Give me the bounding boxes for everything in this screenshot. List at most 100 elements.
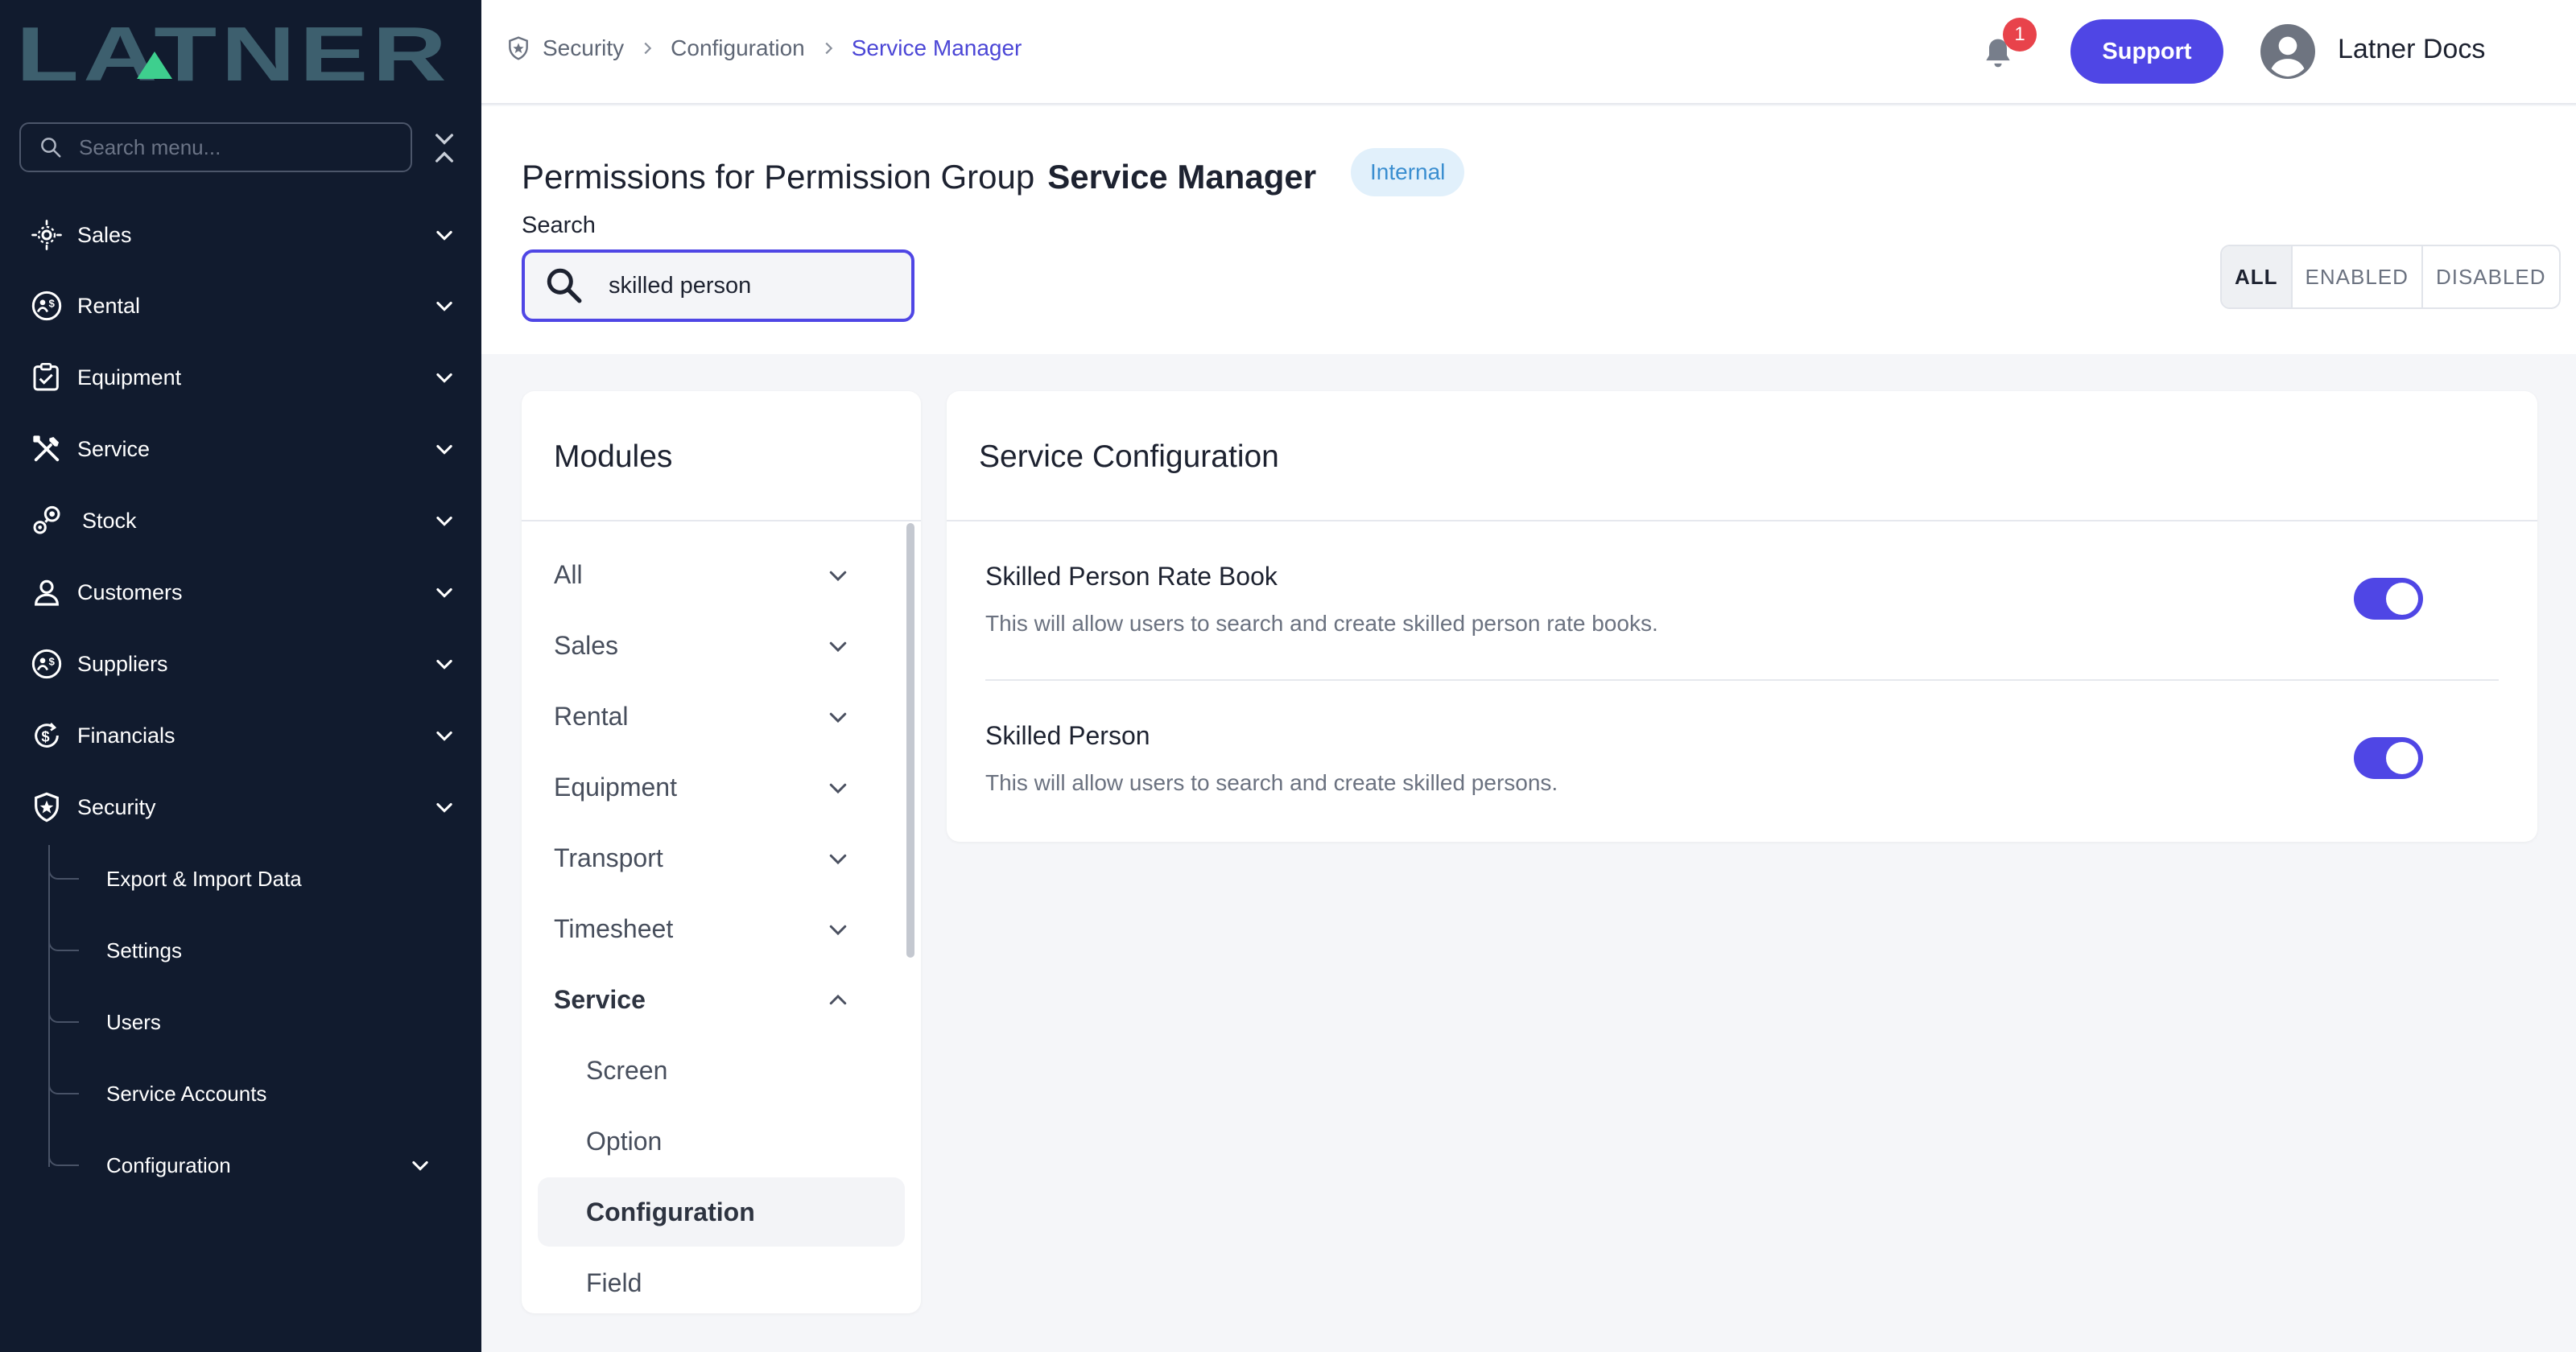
permission-name: Skilled Person Rate Book [985,562,1278,591]
sidebar-item-suppliers[interactable]: $ Suppliers [29,640,456,688]
module-item-rental[interactable]: Rental [554,692,879,740]
breadcrumb-security[interactable]: Security [543,35,624,61]
notification-badge: 1 [2003,18,2037,52]
chevron-up-icon [829,994,847,1005]
sidebar-subitem-label: Settings [106,938,182,962]
chevron-down-icon [436,301,452,311]
permission-toggle-skilled-person[interactable] [2354,737,2423,779]
collapse-icon[interactable] [431,132,457,164]
equipment-icon [29,360,64,395]
permission-row: Skilled Person Rate Book This will allow… [985,562,2499,637]
shield-icon [509,36,528,60]
configuration-title: Service Configuration [979,439,1279,474]
sidebar-subitem-settings[interactable]: Settings [48,926,451,975]
search-icon [547,268,582,303]
sidebar-subitem-service-accounts[interactable]: Service Accounts [48,1070,451,1118]
permission-search-input[interactable] [609,272,898,299]
sales-icon [29,217,64,253]
module-subitem-field[interactable]: Field [538,1248,905,1313]
svg-text:$: $ [49,656,56,668]
configuration-panel: Service Configuration Skilled Person Rat… [947,391,2537,842]
module-label: Service [554,984,646,1014]
sidebar-item-rental[interactable]: $ Rental [29,282,456,330]
sidebar-search-placeholder: Search menu... [79,134,221,159]
search-icon [41,138,61,158]
chevron-down-icon [412,1160,428,1171]
chevron-down-icon [436,659,452,670]
latner-logo[interactable]: LATNER [16,14,451,87]
module-label: Rental [554,701,629,731]
chevron-down-icon [436,802,452,813]
sidebar-item-financials[interactable]: $ Financials [29,711,456,760]
sidebar-item-label: Security [77,794,156,819]
sidebar-subitem-label: Users [106,1009,161,1034]
module-subitem-option[interactable]: Option [538,1107,905,1176]
filter-toggle-group: ALL ENABLED DISABLED [2220,245,2561,309]
stock-icon [29,503,64,538]
chevron-right-icon [644,42,652,55]
sidebar-search-input[interactable]: Search menu... [19,122,412,172]
breadcrumb-configuration[interactable]: Configuration [671,35,805,61]
sidebar-item-customers[interactable]: Customers [29,568,456,616]
permission-search-field[interactable] [522,249,914,322]
module-item-equipment[interactable]: Equipment [554,763,879,811]
sidebar-item-label: Suppliers [77,651,168,676]
permission-toggle-skilled-person-rate-book[interactable] [2354,578,2423,620]
module-label: Sales [554,630,619,660]
modules-title: Modules [554,439,673,474]
module-item-service[interactable]: Service [554,975,879,1024]
sidebar-item-stock[interactable]: Stock [29,497,456,545]
sidebar-subitem-label: Export & Import Data [106,866,302,891]
suppliers-icon: $ [29,646,64,682]
sidebar-subitem-configuration[interactable]: Configuration [48,1141,451,1189]
sidebar-item-sales[interactable]: Sales [29,211,456,259]
tools-icon [29,431,64,467]
sidebar-subitem-export-import[interactable]: Export & Import Data [48,855,451,903]
breadcrumb: Security Configuration Service Manager [506,35,1022,61]
sidebar-item-label: Service [77,436,151,461]
shield-icon [29,789,64,825]
chevron-down-icon [436,731,452,741]
logo-text: LATNER [16,14,451,87]
chevron-down-icon [436,373,452,383]
module-label: Timesheet [554,913,674,943]
permission-name: Skilled Person [985,721,1150,750]
permission-row: Skilled Person This will allow users to … [985,721,2499,796]
module-subitem-screen[interactable]: Screen [538,1036,905,1105]
chevron-down-icon [436,587,452,598]
support-button[interactable]: Support [2070,19,2223,84]
modules-scrollbar[interactable] [906,523,914,958]
user-name[interactable]: Latner Docs [2338,34,2485,65]
breadcrumb-service-manager[interactable]: Service Manager [852,35,1022,61]
sidebar-item-equipment[interactable]: Equipment [29,353,456,402]
module-item-timesheet[interactable]: Timesheet [554,905,879,953]
chevron-right-icon [825,42,832,55]
module-label: All [554,559,583,589]
module-item-all[interactable]: All [554,550,879,599]
sidebar-subitem-users[interactable]: Users [48,998,451,1046]
module-item-sales[interactable]: Sales [554,621,879,670]
top-bar: Security Configuration Service Manager 1… [481,0,2576,111]
sidebar-subitem-label: Configuration [106,1152,231,1177]
chevron-down-icon [436,230,452,241]
sidebar-item-label: Customers [77,579,183,604]
sidebar-item-security[interactable]: Security [29,783,456,831]
module-item-transport[interactable]: Transport [554,834,879,882]
filter-all[interactable]: ALL [2222,246,2293,307]
module-subitem-configuration[interactable]: Configuration [538,1177,905,1247]
user-icon [29,575,64,610]
svg-text:$: $ [41,728,49,745]
chevron-down-icon [829,854,847,865]
sidebar-item-service[interactable]: Service [29,425,456,473]
dollar-icon: $ [29,718,64,753]
permission-description: This will allow users to search and crea… [985,611,1658,636]
search-label: Search [522,212,596,238]
filter-enabled[interactable]: ENABLED [2293,246,2423,307]
sidebar-subitem-label: Service Accounts [106,1081,267,1106]
module-label: Transport [554,843,663,872]
page-title: Permissions for Permission Group Service… [522,158,1316,196]
avatar[interactable] [2260,24,2315,79]
filter-disabled[interactable]: DISABLED [2423,246,2559,307]
sidebar-item-label: Rental [77,293,141,318]
rental-icon: $ [29,288,64,324]
